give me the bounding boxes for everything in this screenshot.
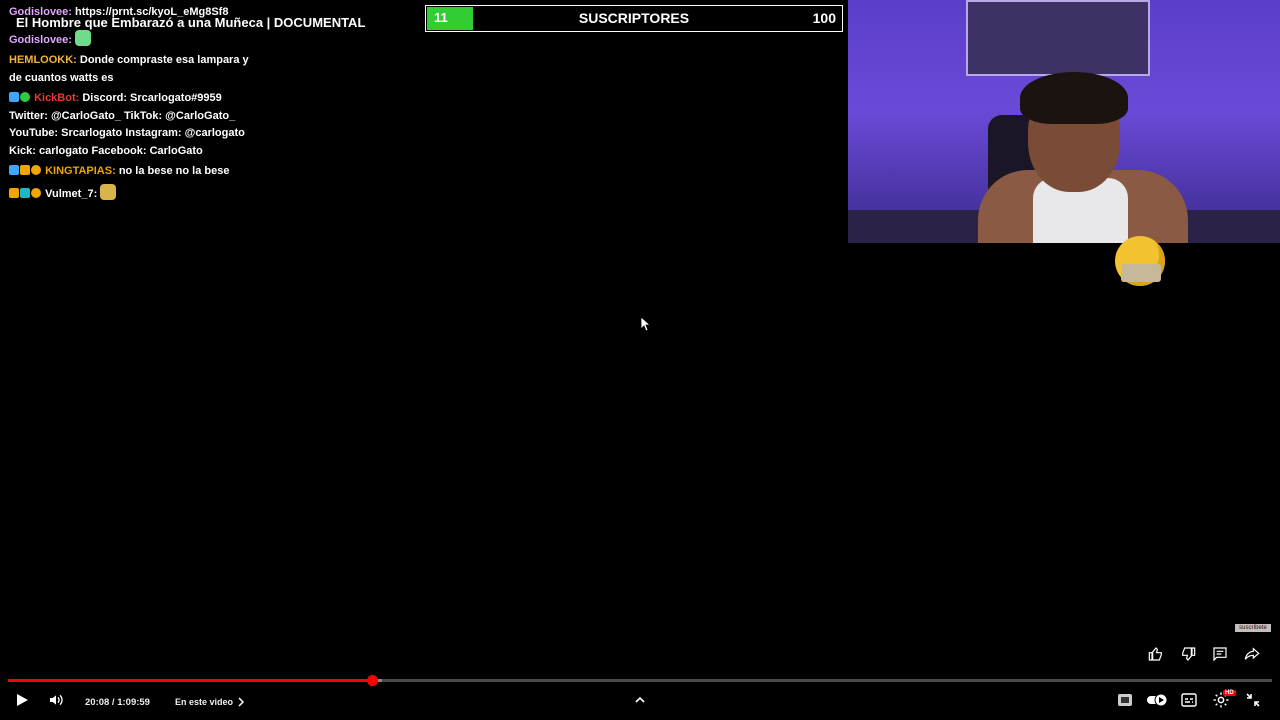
- dislike-button[interactable]: [1177, 643, 1198, 664]
- subscriber-goal-label: SUSCRIPTORES: [578, 10, 690, 26]
- chevron-right-icon: [238, 697, 245, 707]
- chat-message: Godislovee: https://prnt.sc/kyoL_eMg8Sf8: [9, 4, 259, 22]
- chat-username: KickBot:: [34, 92, 80, 104]
- video-actions: [1145, 643, 1262, 664]
- settings-button[interactable]: HD: [1209, 688, 1236, 712]
- subscriber-goal-target: 100: [812, 10, 836, 26]
- seek-bar[interactable]: [8, 675, 1272, 686]
- chat-overlay: Godislovee: https://prnt.sc/kyoL_eMg8Sf8…: [9, 4, 259, 206]
- streamer-hair: [1020, 72, 1128, 124]
- emoji-sticker-icon: [1115, 236, 1165, 286]
- volume-icon: [50, 694, 63, 706]
- chapter-button[interactable]: En este video: [175, 688, 246, 716]
- emote-icon: [100, 183, 117, 200]
- dislike-icon: [1181, 646, 1195, 661]
- iq-button[interactable]: [1113, 688, 1137, 712]
- chat-text: https://prnt.sc/kyoL_eMg8Sf8: [75, 6, 229, 18]
- share-icon: [1244, 646, 1260, 660]
- moderator-badge-icon: [9, 165, 19, 175]
- player-controls: 20:08 / 1:09:59 En este video HD: [0, 688, 1280, 716]
- wall-poster: [966, 0, 1150, 76]
- chat-username: KINGTAPIAS:: [45, 165, 116, 177]
- subscriber-badge-icon: [31, 187, 41, 198]
- crown-badge-icon: [9, 187, 19, 198]
- chat-username: Godislovee:: [9, 33, 72, 46]
- chapter-label: En este video: [175, 697, 234, 707]
- chat-text: no la bese no la bese: [118, 165, 230, 177]
- expand-button[interactable]: [628, 688, 652, 712]
- play-icon: [17, 694, 28, 706]
- chat-message: KINGTAPIAS: no la bese no la bese: [9, 163, 259, 181]
- moderator-badge-icon: [9, 92, 19, 102]
- like-button[interactable]: [1145, 643, 1166, 664]
- chat-message: Godislovee:: [9, 29, 259, 50]
- comments-icon: [1212, 646, 1227, 661]
- exit-fullscreen-icon: [1246, 693, 1260, 707]
- chat-username: HEMLOOKK:: [9, 54, 77, 66]
- chat-message: KickBot: Discord: Srcarlogato#9959 Twitt…: [9, 90, 259, 160]
- comments-button[interactable]: [1209, 643, 1230, 664]
- subtitles-icon: [1181, 693, 1197, 707]
- volume-button[interactable]: [44, 688, 68, 712]
- seek-bar-scrubber[interactable]: [367, 675, 378, 686]
- iq-icon: [1118, 694, 1132, 706]
- exit-fullscreen-button[interactable]: [1241, 688, 1265, 712]
- subscriber-badge-icon: [31, 165, 41, 175]
- chat-username: Vulmet_7:: [45, 187, 98, 200]
- chat-message: HEMLOOKK: Donde compraste esa lampara y …: [9, 52, 259, 87]
- emote-icon: [75, 29, 92, 46]
- subscriber-goal-bar: 11 SUSCRIPTORES 100: [425, 5, 843, 32]
- autoplay-toggle-icon: [1147, 693, 1168, 707]
- subscribe-watermark[interactable]: suscríbete: [1235, 624, 1271, 632]
- hd-badge: HD: [1223, 690, 1236, 696]
- webcam-feed: [848, 0, 1280, 243]
- verified-badge-icon: [20, 92, 30, 102]
- autoplay-toggle[interactable]: [1145, 688, 1169, 712]
- chat-username: Godislovee:: [9, 6, 72, 18]
- time-display: 20:08 / 1:09:59: [85, 696, 150, 708]
- crown-badge-icon: [20, 165, 30, 175]
- chevron-up-icon: [635, 696, 645, 703]
- share-button[interactable]: [1241, 643, 1262, 664]
- like-icon: [1148, 646, 1162, 661]
- gift-badge-icon: [20, 187, 30, 198]
- subtitles-button[interactable]: [1177, 688, 1201, 712]
- play-button[interactable]: [10, 688, 34, 712]
- chat-message: Vulmet_7:: [9, 183, 259, 204]
- seek-bar-played: [8, 679, 372, 682]
